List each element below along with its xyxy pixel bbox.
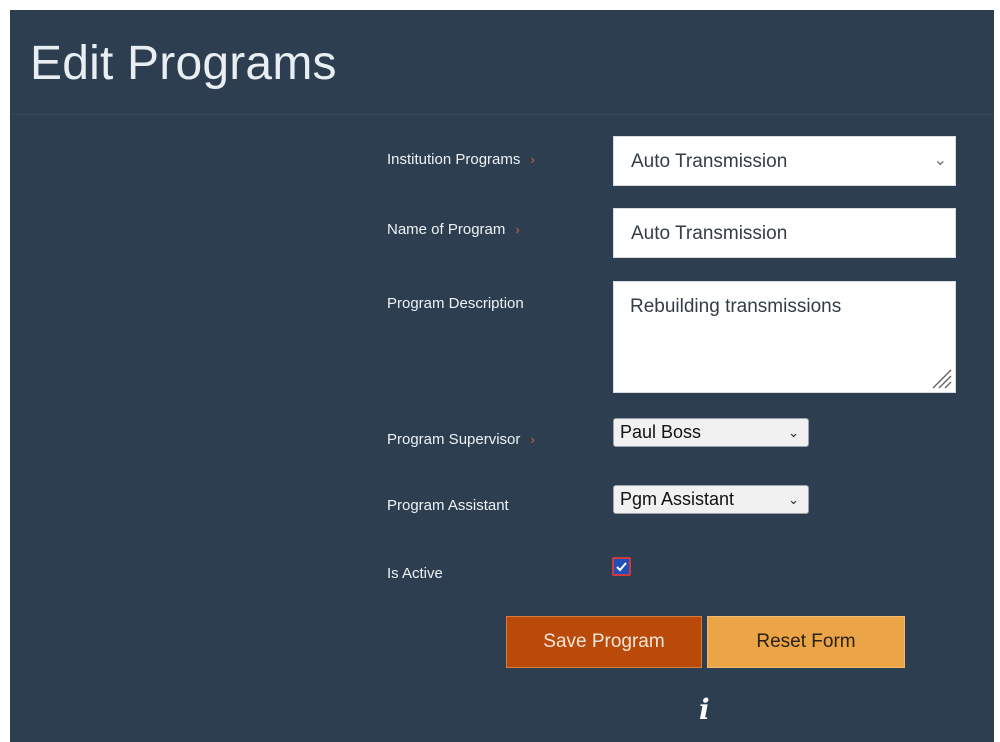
institution-programs-value: Auto Transmission xyxy=(631,151,788,172)
program-supervisor-label-text: Program Supervisor xyxy=(387,431,521,448)
institution-programs-label: Institution Programs › xyxy=(387,151,535,168)
program-description-label: Program Description xyxy=(387,295,524,312)
chevron-down-icon: ⌄ xyxy=(933,152,947,169)
institution-programs-select[interactable]: Auto Transmission ⌄ xyxy=(613,136,956,186)
is-active-checkbox[interactable] xyxy=(612,557,631,576)
chevron-down-icon: ⌄ xyxy=(788,425,799,440)
required-chevron-icon: › xyxy=(530,432,535,447)
info-icon[interactable]: i xyxy=(699,696,710,724)
save-program-button[interactable]: Save Program xyxy=(506,616,702,668)
program-supervisor-label: Program Supervisor › xyxy=(387,431,535,448)
check-icon xyxy=(616,562,627,572)
required-chevron-icon: › xyxy=(515,222,520,237)
program-assistant-value: Pgm Assistant xyxy=(620,489,735,509)
program-description-value: Rebuilding transmissions xyxy=(630,296,842,317)
program-supervisor-select[interactable]: Paul Boss ⌄ xyxy=(613,418,809,447)
name-of-program-label: Name of Program › xyxy=(387,221,520,238)
program-assistant-label: Program Assistant xyxy=(387,497,509,514)
required-chevron-icon: › xyxy=(530,152,535,167)
resize-handle-icon[interactable] xyxy=(930,367,952,389)
program-assistant-select[interactable]: Pgm Assistant ⌄ xyxy=(613,485,809,514)
page-container: Edit Programs Institution Programs › Auto… xyxy=(10,10,994,742)
chevron-down-icon: ⌄ xyxy=(788,492,799,507)
institution-programs-label-text: Institution Programs xyxy=(387,151,521,168)
reset-form-button[interactable]: Reset Form xyxy=(707,616,905,668)
program-description-textarea[interactable]: Rebuilding transmissions xyxy=(613,281,956,393)
is-active-label: Is Active xyxy=(387,565,443,582)
name-of-program-label-text: Name of Program xyxy=(387,221,506,238)
name-of-program-input[interactable]: Auto Transmission xyxy=(613,208,956,258)
header-divider xyxy=(10,114,994,115)
page-title: Edit Programs xyxy=(30,37,337,90)
program-supervisor-value: Paul Boss xyxy=(620,422,702,442)
